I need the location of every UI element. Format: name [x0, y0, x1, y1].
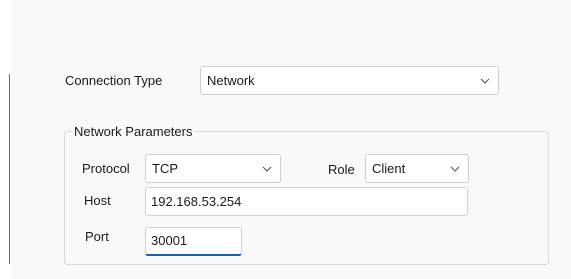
protocol-label: Protocol: [82, 161, 130, 176]
protocol-value: TCP: [152, 160, 178, 176]
panel-divider: [9, 74, 10, 264]
host-label: Host: [84, 193, 111, 208]
host-input[interactable]: 192.168.53.254: [145, 187, 468, 216]
network-parameters-title: Network Parameters: [72, 124, 195, 140]
port-label: Port: [85, 229, 109, 244]
role-value: Client: [372, 160, 406, 176]
protocol-select[interactable]: TCP: [145, 154, 281, 183]
chevron-down-icon: [450, 166, 460, 172]
chevron-down-icon: [262, 166, 272, 172]
role-label: Role: [328, 162, 355, 177]
connection-type-label: Connection Type: [65, 73, 163, 88]
role-select[interactable]: Client: [365, 154, 469, 183]
connection-type-value: Network: [207, 72, 255, 88]
port-value: 30001: [151, 233, 188, 248]
host-value: 192.168.53.254: [151, 193, 242, 209]
chevron-down-icon: [480, 78, 490, 84]
port-input[interactable]: 30001: [145, 227, 242, 256]
connection-type-select[interactable]: Network: [200, 66, 499, 95]
